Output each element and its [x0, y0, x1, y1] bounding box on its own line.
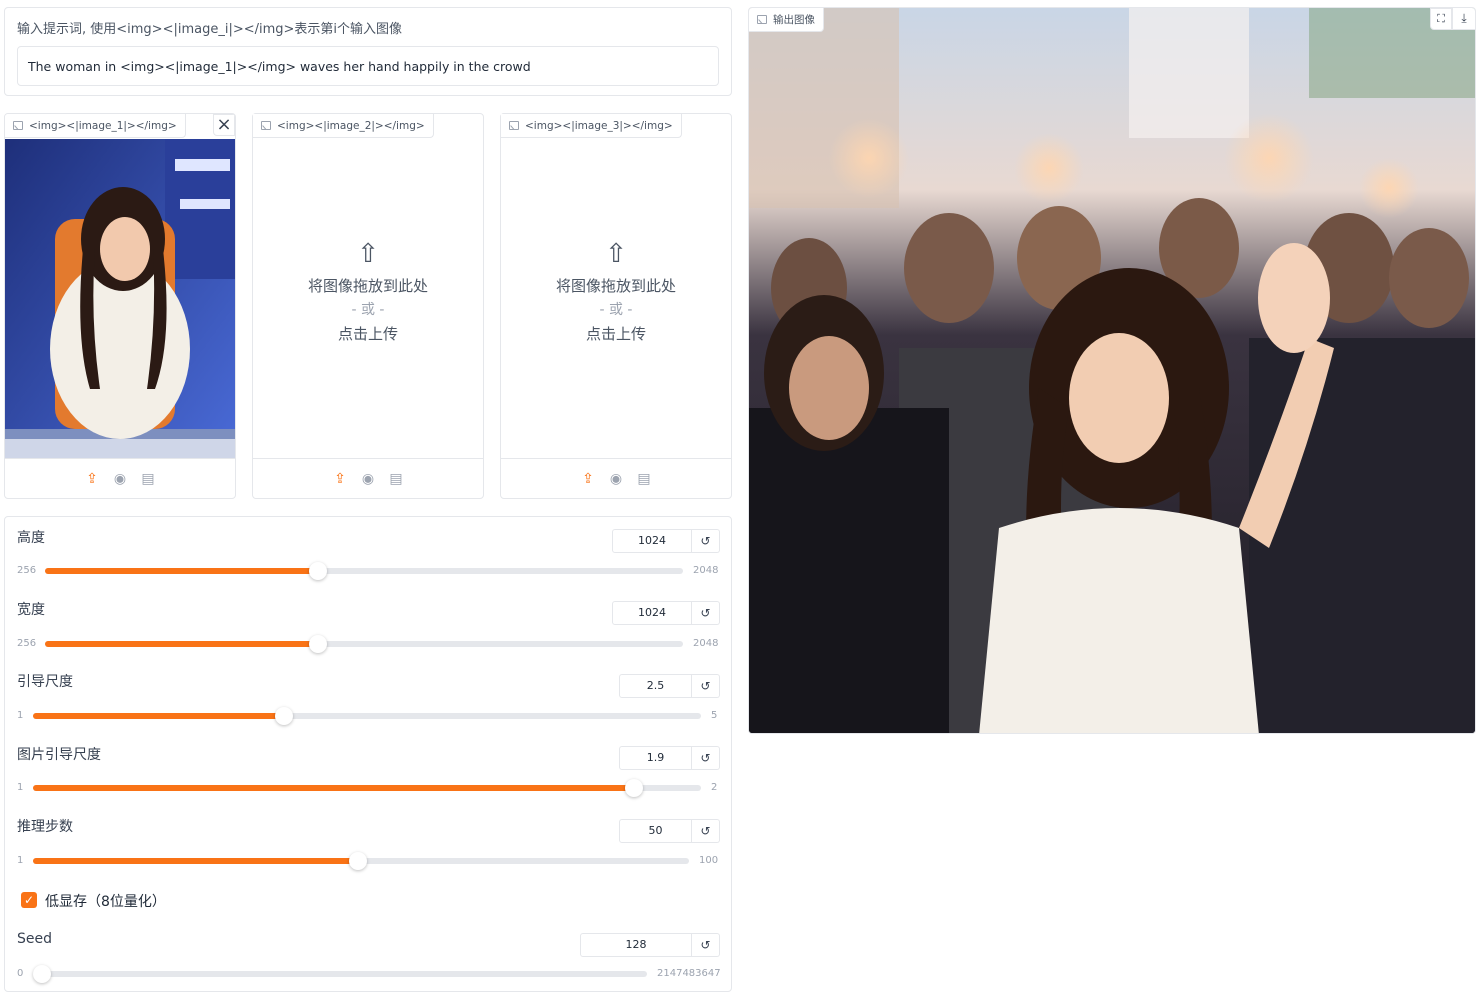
- slider-steps-max: 100: [699, 855, 719, 866]
- output-image-tag: 输出图像: [749, 8, 824, 32]
- fullscreen-icon[interactable]: ⛶: [1430, 8, 1452, 30]
- slider-height-label: 高度: [17, 530, 45, 546]
- click-upload-text[interactable]: 点击上传: [253, 322, 483, 346]
- download-icon[interactable]: ⤓: [1452, 8, 1475, 30]
- slider-thumb[interactable]: [275, 707, 293, 725]
- slider-seed[interactable]: [33, 965, 647, 983]
- reset-icon[interactable]: ↺: [692, 933, 720, 957]
- or-text: - 或 -: [351, 302, 385, 318]
- or-text: - 或 -: [599, 302, 633, 318]
- image-input-3[interactable]: <img><|image_3|></img> ⇧ 将图像拖放到此处 - 或 - …: [500, 113, 732, 499]
- slider-height-input[interactable]: 1024: [612, 529, 692, 553]
- slider-steps-min: 1: [17, 855, 24, 866]
- slider-width-input[interactable]: 1024: [612, 601, 692, 625]
- image-input-1-tag: <img><|image_1|></img>: [5, 114, 186, 138]
- reset-icon[interactable]: ↺: [692, 746, 720, 770]
- slider-thumb[interactable]: [309, 562, 327, 580]
- reset-icon[interactable]: ↺: [692, 674, 720, 698]
- drop-text: 将图像拖放到此处: [555, 277, 676, 295]
- image-icon: [13, 121, 23, 130]
- image-input-2-label: <img><|image_2|></img>: [277, 120, 425, 132]
- slider-img-guidance-min: 1: [17, 782, 24, 793]
- slider-guidance-min: 1: [17, 710, 24, 721]
- slider-img-guidance[interactable]: [33, 779, 701, 797]
- slider-seed-label: Seed: [17, 931, 52, 947]
- prompt-block: 输入提示词, 使用<img><|image_i|></img>表示第i个输入图像…: [4, 7, 732, 96]
- slider-thumb[interactable]: [625, 779, 643, 797]
- image-input-2[interactable]: <img><|image_2|></img> ⇧ 将图像拖放到此处 - 或 - …: [252, 113, 484, 499]
- close-icon[interactable]: ×: [213, 114, 235, 136]
- reset-icon[interactable]: ↺: [692, 529, 720, 553]
- image-input-2-tag: <img><|image_2|></img>: [253, 114, 434, 138]
- image-input-1-toolbar: ⇪ ◉ ▤: [5, 458, 235, 498]
- slider-fill: [33, 858, 358, 864]
- image-input-3-tag: <img><|image_3|></img>: [501, 114, 682, 138]
- slider-img-guidance-input[interactable]: 1.9: [619, 746, 692, 770]
- slider-guidance-label: 引导尺度: [17, 674, 73, 690]
- output-image-preview: [749, 8, 1475, 733]
- slider-img-guidance-max: 2: [711, 782, 718, 793]
- clipboard-icon[interactable]: ▤: [388, 471, 404, 487]
- image-input-3-label: <img><|image_3|></img>: [525, 120, 673, 132]
- webcam-icon[interactable]: ◉: [608, 471, 624, 487]
- image-icon: [509, 121, 519, 130]
- slider-thumb[interactable]: [349, 852, 367, 870]
- image-icon: [757, 15, 767, 24]
- upload-icon[interactable]: ⇪: [332, 471, 348, 487]
- clipboard-icon[interactable]: ▤: [140, 471, 156, 487]
- image-input-1-preview: [5, 139, 235, 459]
- slider-img-guidance-label: 图片引导尺度: [17, 747, 101, 763]
- slider-width[interactable]: [45, 635, 683, 653]
- image-input-3-toolbar: ⇪ ◉ ▤: [501, 458, 731, 498]
- dropzone-2[interactable]: ⇧ 将图像拖放到此处 - 或 - 点击上传: [253, 234, 483, 346]
- low-vram-label: 低显存（8位量化）: [45, 894, 166, 910]
- click-upload-text[interactable]: 点击上传: [501, 322, 731, 346]
- slider-fill: [45, 568, 318, 574]
- low-vram-checkbox[interactable]: ✓: [21, 892, 37, 908]
- slider-guidance-max: 5: [711, 710, 718, 721]
- slider-height[interactable]: [45, 562, 683, 580]
- slider-steps[interactable]: [33, 852, 689, 870]
- slider-thumb[interactable]: [33, 965, 51, 983]
- image-input-2-toolbar: ⇪ ◉ ▤: [253, 458, 483, 498]
- slider-width-min: 256: [17, 638, 37, 649]
- slider-fill: [33, 785, 634, 791]
- slider-seed-max: 2147483647: [657, 968, 721, 979]
- slider-height-min: 256: [17, 565, 37, 576]
- reset-icon[interactable]: ↺: [692, 819, 720, 843]
- image-input-1[interactable]: <img><|image_1|></img> × ⇪ ◉ ▤: [4, 113, 236, 499]
- webcam-icon[interactable]: ◉: [112, 471, 128, 487]
- slider-seed-input[interactable]: 128: [580, 933, 692, 957]
- image-icon: [261, 121, 271, 130]
- reset-icon[interactable]: ↺: [692, 601, 720, 625]
- slider-fill: [33, 713, 284, 719]
- dropzone-3[interactable]: ⇧ 将图像拖放到此处 - 或 - 点击上传: [501, 234, 731, 346]
- webcam-icon[interactable]: ◉: [360, 471, 376, 487]
- upload-icon[interactable]: ⇪: [84, 471, 100, 487]
- slider-steps-label: 推理步数: [17, 819, 73, 835]
- slider-steps-input[interactable]: 50: [619, 819, 692, 843]
- output-image: 输出图像 ⛶ ⤓: [748, 7, 1476, 734]
- slider-thumb[interactable]: [309, 635, 327, 653]
- slider-guidance-input[interactable]: 2.5: [619, 674, 692, 698]
- slider-seed-min: 0: [17, 968, 24, 979]
- prompt-label: 输入提示词, 使用<img><|image_i|></img>表示第i个输入图像: [17, 22, 403, 37]
- output-image-label: 输出图像: [773, 14, 815, 26]
- clipboard-icon[interactable]: ▤: [636, 471, 652, 487]
- slider-guidance[interactable]: [33, 707, 701, 725]
- slider-height-max: 2048: [693, 565, 719, 576]
- upload-arrow-icon: ⇧: [605, 239, 627, 269]
- prompt-input[interactable]: The woman in <img><|image_1|></img> wave…: [17, 46, 719, 86]
- settings-panel: 高度 1024 ↺ 256 2048 宽度 1024 ↺ 256 2048 引导…: [4, 516, 732, 992]
- upload-icon[interactable]: ⇪: [580, 471, 596, 487]
- slider-width-max: 2048: [693, 638, 719, 649]
- slider-width-label: 宽度: [17, 602, 45, 618]
- image-input-1-label: <img><|image_1|></img>: [29, 120, 177, 132]
- upload-arrow-icon: ⇧: [357, 239, 379, 269]
- drop-text: 将图像拖放到此处: [307, 277, 428, 295]
- slider-fill: [45, 641, 318, 647]
